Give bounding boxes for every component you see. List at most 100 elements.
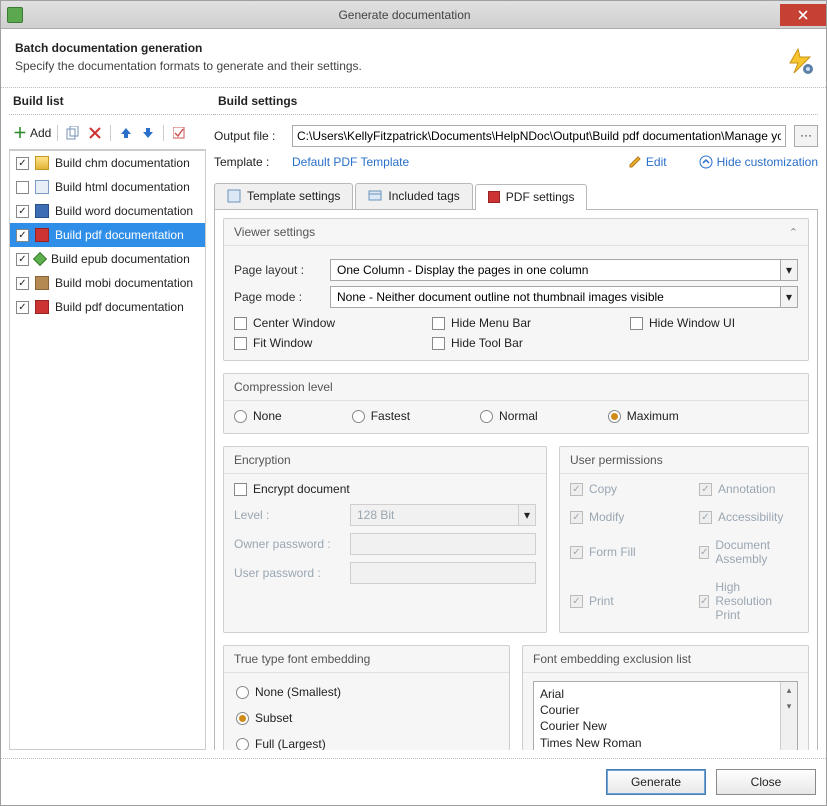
font-exclusion-list[interactable]: ArialCourierCourier NewTimes New Roman ▴… [533, 681, 798, 750]
move-down-button[interactable] [139, 124, 157, 142]
radio-label: None [253, 409, 282, 423]
collapse-up-icon [699, 155, 713, 169]
toolbar-divider [57, 125, 58, 141]
font-list-item[interactable]: Arial [540, 686, 791, 702]
page-mode-value[interactable] [330, 286, 780, 308]
check-toggle-icon [173, 127, 185, 139]
window-close-button[interactable] [780, 4, 826, 26]
list-item-label: Build pdf documentation [55, 228, 184, 242]
dialog-footer: Generate Close [1, 758, 826, 805]
tab-pdf-settings[interactable]: PDF settings [475, 184, 588, 210]
collapse-group-button[interactable]: ⌃ [789, 226, 798, 239]
list-item-checkbox[interactable] [16, 205, 29, 218]
font-embedding-title: True type font embedding [234, 652, 370, 666]
pdf-doc-icon [35, 300, 49, 314]
list-item-checkbox[interactable] [16, 229, 29, 242]
chevron-down-icon[interactable]: ▾ [780, 286, 798, 308]
list-item-checkbox[interactable] [16, 277, 29, 290]
encryption-group: Encryption Encrypt document Level : ▾ Ow… [223, 446, 547, 633]
close-button[interactable]: Close [716, 769, 816, 795]
list-item-checkbox[interactable] [16, 157, 29, 170]
hide-toolbar-checkbox[interactable] [432, 337, 445, 350]
list-item[interactable]: Build epub documentation [10, 247, 205, 271]
font-embed-subset-radio[interactable]: Subset [236, 711, 497, 725]
scrollbar[interactable]: ▴ ▾ [780, 682, 797, 750]
build-list-panel: Build list ＋ Add Build chm documentation… [9, 88, 214, 750]
scroll-down-button[interactable]: ▾ [781, 698, 797, 714]
perm-label: High Resolution Print [715, 580, 798, 622]
list-item-checkbox[interactable] [16, 301, 29, 314]
fit-window-checkbox[interactable] [234, 337, 247, 350]
chevron-down-icon[interactable]: ▾ [780, 259, 798, 281]
perm-annotation-checkbox [699, 483, 712, 496]
browse-button[interactable]: ··· [794, 125, 818, 147]
output-file-input[interactable] [292, 125, 786, 147]
page-layout-value[interactable] [330, 259, 780, 281]
window-title: Generate documentation [29, 8, 780, 22]
hide-customization-label: Hide customization [717, 155, 818, 169]
delete-button[interactable] [86, 124, 104, 142]
compression-none-radio[interactable]: None [234, 409, 282, 423]
list-item[interactable]: Build word documentation [10, 199, 205, 223]
tags-tab-icon [368, 189, 382, 203]
tab-template-settings[interactable]: Template settings [214, 183, 353, 209]
add-build-button[interactable]: ＋ Add [13, 123, 51, 143]
user-password-input [350, 562, 536, 584]
compression-normal-radio[interactable]: Normal [480, 409, 538, 423]
list-item-checkbox[interactable] [16, 253, 29, 266]
scroll-up-button[interactable]: ▴ [781, 682, 797, 698]
perm-highres-checkbox [699, 595, 709, 608]
compression-group: Compression level None Fastest Normal Ma… [223, 373, 809, 434]
page-mode-combo[interactable]: ▾ [330, 286, 798, 308]
perm-label: Accessibility [718, 510, 783, 524]
permissions-group: User permissions Copy Annotation Modify … [559, 446, 809, 633]
generate-button[interactable]: Generate [606, 769, 706, 795]
hide-window-ui-checkbox[interactable] [630, 317, 643, 330]
radio-label: Normal [499, 409, 538, 423]
perm-label: Modify [589, 510, 624, 524]
perm-label: Form Fill [589, 545, 636, 559]
app-icon [7, 7, 23, 23]
font-list-item[interactable]: Courier [540, 702, 791, 718]
move-up-button[interactable] [117, 124, 135, 142]
dialog-window: Generate documentation Batch documentati… [0, 0, 827, 806]
compression-maximum-radio[interactable]: Maximum [608, 409, 679, 423]
perm-label: Document Assembly [715, 538, 798, 566]
list-item[interactable]: Build pdf documentation [10, 223, 205, 247]
perm-label: Print [589, 594, 614, 608]
font-embed-none-radio[interactable]: None (Smallest) [236, 685, 497, 699]
tab-included-tags[interactable]: Included tags [355, 183, 472, 209]
hide-customization-button[interactable]: Hide customization [699, 155, 818, 169]
arrow-up-icon [120, 127, 132, 139]
template-link[interactable]: Default PDF Template [292, 155, 409, 169]
font-embed-full-radio[interactable]: Full (Largest) [236, 737, 497, 750]
fit-window-label: Fit Window [253, 336, 312, 350]
duplicate-button[interactable] [64, 124, 82, 142]
font-list-item[interactable]: Courier New [540, 718, 791, 734]
toolbar-divider [163, 125, 164, 141]
list-item-label: Build word documentation [55, 204, 193, 218]
font-list-item[interactable]: Times New Roman [540, 735, 791, 750]
page-layout-combo[interactable]: ▾ [330, 259, 798, 281]
encrypt-document-checkbox[interactable] [234, 483, 247, 496]
list-item-checkbox[interactable] [16, 181, 29, 194]
viewer-settings-group: Viewer settings ⌃ Page layout : ▾ Pa [223, 218, 809, 361]
list-item[interactable]: Build html documentation [10, 175, 205, 199]
edit-template-button[interactable]: Edit [628, 155, 667, 169]
viewer-settings-title: Viewer settings [234, 225, 315, 239]
header-title: Batch documentation generation [15, 41, 812, 55]
list-item[interactable]: Build mobi documentation [10, 271, 205, 295]
compression-fastest-radio[interactable]: Fastest [352, 409, 410, 423]
center-window-checkbox[interactable] [234, 317, 247, 330]
title-bar: Generate documentation [1, 1, 826, 29]
hide-menubar-checkbox[interactable] [432, 317, 445, 330]
perm-print-checkbox [570, 595, 583, 608]
separator [214, 114, 818, 115]
list-item[interactable]: Build pdf documentation [10, 295, 205, 319]
radio-label: Subset [255, 711, 292, 725]
list-item[interactable]: Build chm documentation [10, 151, 205, 175]
build-list[interactable]: Build chm documentationBuild html docume… [9, 150, 206, 750]
build-settings-panel: Build settings Output file : ··· Templat… [214, 88, 818, 750]
word-doc-icon [35, 204, 49, 218]
toggle-check-button[interactable] [170, 124, 188, 142]
